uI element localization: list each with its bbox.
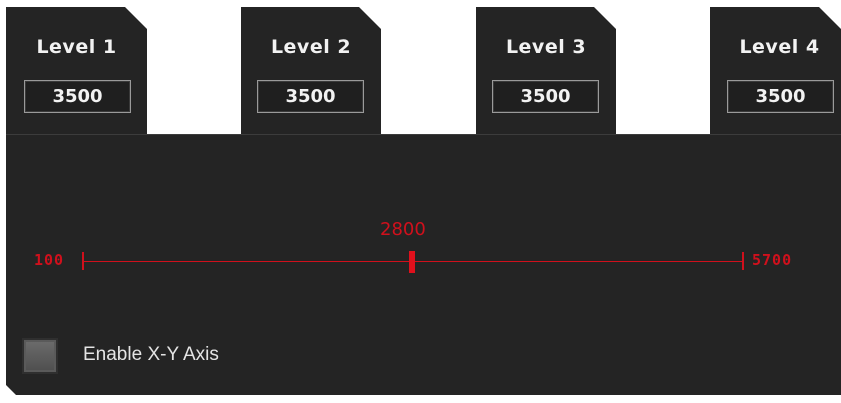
tab-level-1[interactable]: Level 1 bbox=[6, 7, 147, 135]
panel-divider bbox=[6, 134, 841, 135]
enable-xy-axis-checkbox[interactable] bbox=[22, 338, 58, 374]
slider-min-label: 100 bbox=[34, 251, 65, 269]
slider-value-label: 2800 bbox=[380, 219, 426, 240]
tab-level-4[interactable]: Level 4 bbox=[710, 7, 841, 135]
slider-max-label: 5700 bbox=[752, 251, 793, 269]
tab-level-1-label: Level 1 bbox=[36, 36, 117, 58]
tab-level-2[interactable]: Level 2 bbox=[241, 7, 381, 135]
tab-level-3[interactable]: Level 3 bbox=[476, 7, 616, 135]
level-4-dpi-field[interactable]: 3500 bbox=[727, 80, 834, 113]
level-1-dpi-field[interactable]: 3500 bbox=[24, 80, 131, 113]
dpi-slider-thumb[interactable] bbox=[409, 251, 415, 273]
level-3-dpi-field[interactable]: 3500 bbox=[492, 80, 599, 113]
level-2-dpi-field[interactable]: 3500 bbox=[257, 80, 364, 113]
enable-xy-axis-label: Enable X-Y Axis bbox=[83, 344, 219, 365]
tab-level-2-label: Level 2 bbox=[270, 36, 352, 58]
slider-max-tick bbox=[742, 252, 744, 270]
tab-level-3-label: Level 3 bbox=[505, 36, 587, 58]
tab-level-4-label: Level 4 bbox=[739, 36, 820, 58]
